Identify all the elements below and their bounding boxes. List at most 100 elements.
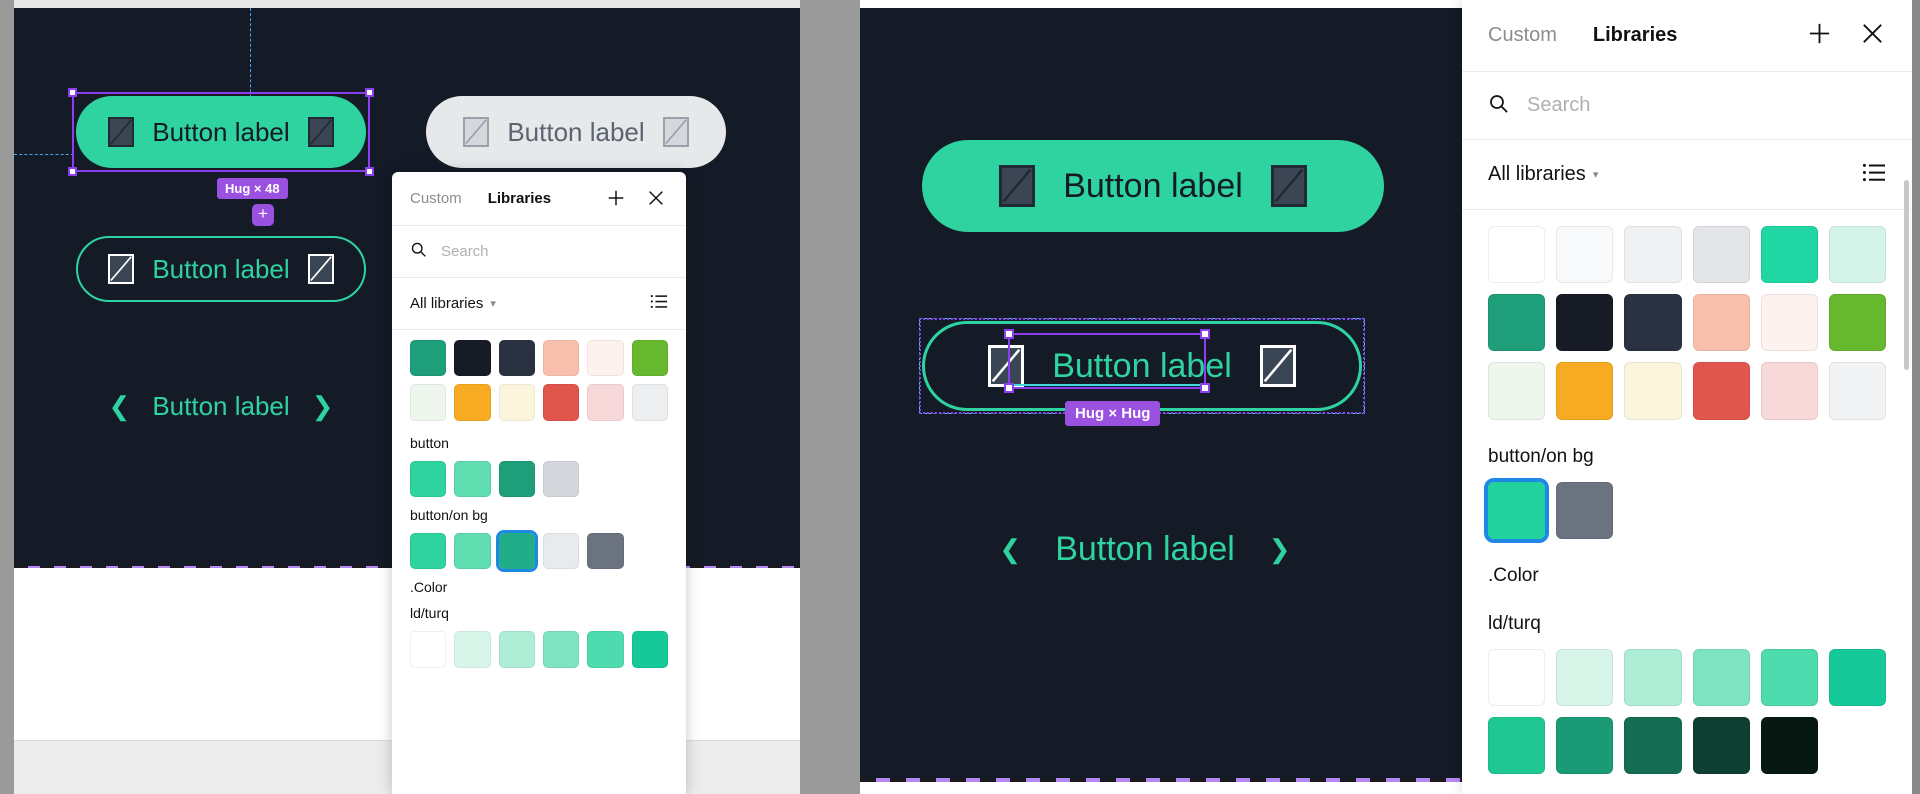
- color-swatch[interactable]: [454, 460, 491, 498]
- primary-button-large[interactable]: Button label: [922, 140, 1384, 232]
- color-swatch[interactable]: [1828, 362, 1887, 420]
- color-swatch[interactable]: [498, 460, 536, 498]
- resize-handle-top-right[interactable]: [365, 88, 374, 97]
- color-swatch[interactable]: [631, 384, 669, 421]
- color-swatch[interactable]: [1556, 362, 1614, 420]
- color-library-popup[interactable]: Custom Libraries All librari: [392, 172, 686, 794]
- color-swatch[interactable]: [1556, 716, 1614, 775]
- color-swatch[interactable]: [543, 384, 580, 421]
- chevron-right-icon[interactable]: ❯: [1269, 536, 1291, 562]
- color-swatch[interactable]: [543, 460, 580, 498]
- color-swatch[interactable]: [1760, 294, 1818, 352]
- outline-button[interactable]: Button label: [76, 236, 366, 302]
- popup-search-row[interactable]: [392, 226, 686, 278]
- color-swatch[interactable]: [1624, 716, 1682, 775]
- popup-filter-row[interactable]: All libraries ▾: [392, 278, 686, 330]
- color-swatch[interactable]: [1760, 716, 1818, 775]
- color-swatch[interactable]: [543, 533, 580, 570]
- chevron-right-icon[interactable]: ❯: [312, 393, 334, 419]
- list-view-icon[interactable]: [650, 294, 668, 314]
- color-swatch[interactable]: [587, 340, 624, 377]
- color-swatch[interactable]: [410, 631, 447, 668]
- color-swatch[interactable]: [1556, 294, 1614, 352]
- chevron-down-icon[interactable]: ▾: [1593, 168, 1599, 181]
- color-swatch[interactable]: [410, 460, 447, 498]
- color-library-panel[interactable]: Custom Libraries All libraries ▾: [1462, 0, 1912, 794]
- color-swatch[interactable]: [587, 384, 624, 421]
- text-button-large[interactable]: ❮ Button label ❯: [935, 513, 1355, 585]
- color-swatch[interactable]: [1692, 294, 1750, 352]
- chevron-down-icon[interactable]: ▾: [490, 297, 496, 310]
- color-swatch[interactable]: [1692, 226, 1750, 284]
- tab-custom[interactable]: Custom: [410, 190, 462, 207]
- library-filter-label[interactable]: All libraries: [1488, 163, 1586, 186]
- text-button[interactable]: ❮ Button label ❯: [76, 380, 366, 432]
- color-swatch[interactable]: [631, 631, 669, 668]
- resize-handle-bottom-left[interactable]: [68, 167, 77, 176]
- search-input[interactable]: [441, 243, 668, 260]
- color-swatch[interactable]: [1624, 648, 1682, 706]
- color-swatch[interactable]: [498, 631, 536, 668]
- panel-search-row[interactable]: [1462, 72, 1912, 140]
- color-swatch[interactable]: [498, 340, 536, 377]
- color-swatch[interactable]: [410, 533, 447, 570]
- resize-handle-bottom-right[interactable]: [365, 167, 374, 176]
- color-swatch[interactable]: [1624, 294, 1682, 352]
- color-swatch[interactable]: [1488, 294, 1546, 352]
- color-swatch[interactable]: [543, 340, 580, 377]
- color-swatch[interactable]: [454, 631, 491, 668]
- primary-button[interactable]: Button label: [76, 96, 366, 168]
- plus-icon[interactable]: [606, 188, 628, 210]
- color-swatch[interactable]: [1488, 716, 1546, 775]
- library-filter-label[interactable]: All libraries: [410, 295, 483, 312]
- left-scrollbar[interactable]: [0, 0, 14, 794]
- color-swatch[interactable]: [1624, 226, 1682, 284]
- color-swatch[interactable]: [1488, 648, 1546, 706]
- color-swatch[interactable]: [543, 631, 580, 668]
- search-input[interactable]: [1527, 94, 1886, 117]
- resize-handle-top-left[interactable]: [68, 88, 77, 97]
- close-icon[interactable]: [646, 188, 668, 210]
- neutral-button[interactable]: Button label: [426, 96, 726, 168]
- plus-icon[interactable]: [1806, 20, 1833, 52]
- chevron-left-icon[interactable]: ❮: [999, 536, 1021, 562]
- chevron-left-icon[interactable]: ❮: [109, 393, 131, 419]
- add-element-button[interactable]: +: [252, 204, 274, 226]
- list-view-icon[interactable]: [1862, 163, 1886, 187]
- color-swatch[interactable]: [587, 533, 624, 570]
- outline-button-large[interactable]: Button label: [922, 321, 1362, 411]
- color-swatch[interactable]: [454, 340, 491, 377]
- color-swatch[interactable]: [1556, 226, 1614, 284]
- color-swatch[interactable]: [495, 530, 539, 573]
- color-swatch[interactable]: [1556, 481, 1614, 539]
- color-swatch[interactable]: [410, 340, 447, 377]
- color-swatch[interactable]: [1556, 648, 1614, 706]
- color-swatch[interactable]: [1624, 362, 1682, 420]
- color-swatch[interactable]: [410, 384, 447, 421]
- color-swatch[interactable]: [1488, 362, 1546, 420]
- color-swatch[interactable]: [1760, 362, 1818, 420]
- color-swatch[interactable]: [1488, 226, 1546, 284]
- tab-libraries[interactable]: Libraries: [1593, 24, 1677, 47]
- tab-libraries[interactable]: Libraries: [488, 190, 551, 207]
- close-icon[interactable]: [1859, 20, 1886, 52]
- color-swatch[interactable]: [1828, 226, 1887, 284]
- color-swatch[interactable]: [454, 384, 491, 421]
- color-swatch[interactable]: [1760, 226, 1818, 284]
- color-swatch[interactable]: [454, 533, 491, 570]
- swatch-group-label: button/on bg: [410, 507, 488, 524]
- color-swatch[interactable]: [587, 631, 624, 668]
- color-swatch[interactable]: [631, 340, 669, 377]
- color-swatch[interactable]: [1692, 648, 1750, 706]
- tab-custom[interactable]: Custom: [1488, 24, 1557, 47]
- panel-scrollbar[interactable]: [1904, 180, 1909, 370]
- panel-filter-row[interactable]: All libraries ▾: [1462, 140, 1912, 210]
- color-swatch[interactable]: [498, 384, 536, 421]
- color-swatch[interactable]: [1760, 648, 1818, 706]
- color-swatch[interactable]: [1828, 648, 1887, 706]
- color-swatch[interactable]: [1483, 477, 1550, 543]
- color-swatch[interactable]: [1828, 294, 1887, 352]
- color-swatch[interactable]: [1692, 362, 1750, 420]
- right-design-canvas[interactable]: Button label Button label Hug × Hug ❮ Bu…: [860, 8, 1465, 782]
- color-swatch[interactable]: [1692, 716, 1750, 775]
